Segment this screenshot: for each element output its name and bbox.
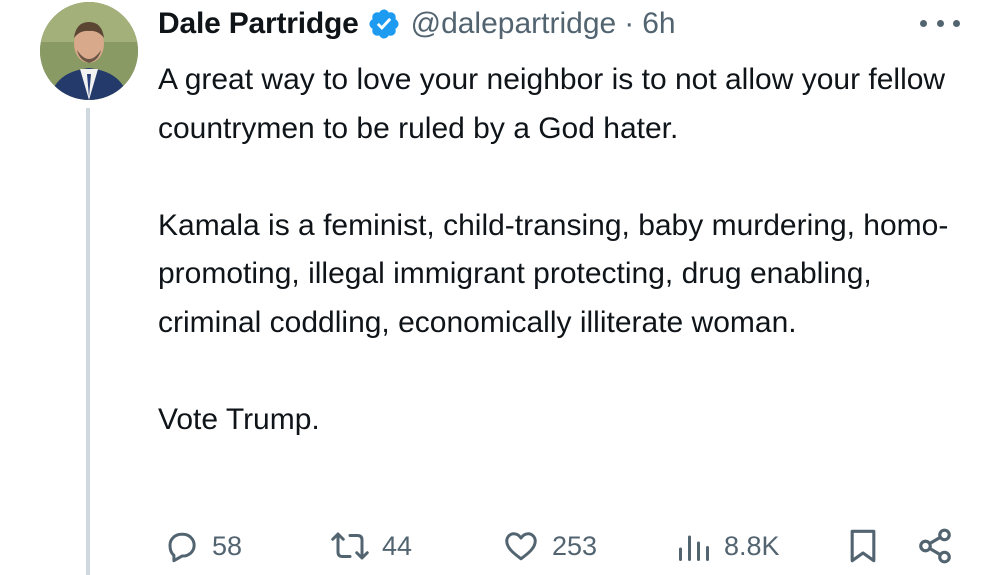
repost-button[interactable]: 44: [330, 528, 412, 564]
tweet-paragraph: A great way to love your neighbor is to …: [158, 63, 946, 145]
separator-dot: ·: [624, 7, 635, 40]
action-bar: 58 44 253 8.8K: [158, 520, 960, 572]
verified-badge-icon: [369, 9, 399, 39]
repost-icon: [331, 532, 369, 560]
author-handle[interactable]: @dalepartridge: [411, 7, 617, 41]
views-button[interactable]: 8.8K: [676, 528, 780, 564]
share-icon: [919, 528, 951, 564]
share-button[interactable]: [916, 527, 954, 565]
tweet-paragraph: Vote Trump.: [158, 402, 320, 436]
views-icon: [679, 535, 709, 561]
author-name[interactable]: Dale Partridge: [158, 7, 359, 41]
thread-line: [86, 108, 90, 575]
post-time[interactable]: 6h: [642, 7, 675, 41]
tweet-header: Dale Partridge @dalepartridge · 6h: [158, 2, 960, 46]
author-avatar[interactable]: [40, 2, 138, 100]
reply-button[interactable]: 58: [164, 528, 242, 564]
bookmark-icon: [850, 529, 876, 563]
bookmark-button[interactable]: [846, 527, 880, 565]
reply-count: 58: [212, 530, 243, 561]
tweet-paragraph: Kamala is a feminist, child-transing, ba…: [158, 208, 949, 339]
more-icon[interactable]: [920, 8, 960, 38]
tweet-text: A great way to love your neighbor is to …: [158, 56, 978, 444]
like-button[interactable]: 253: [502, 528, 597, 564]
reply-icon: [168, 532, 196, 563]
view-count: 8.8K: [724, 530, 780, 561]
repost-count: 44: [382, 530, 413, 561]
like-count: 253: [552, 530, 598, 561]
like-icon: [505, 532, 537, 561]
